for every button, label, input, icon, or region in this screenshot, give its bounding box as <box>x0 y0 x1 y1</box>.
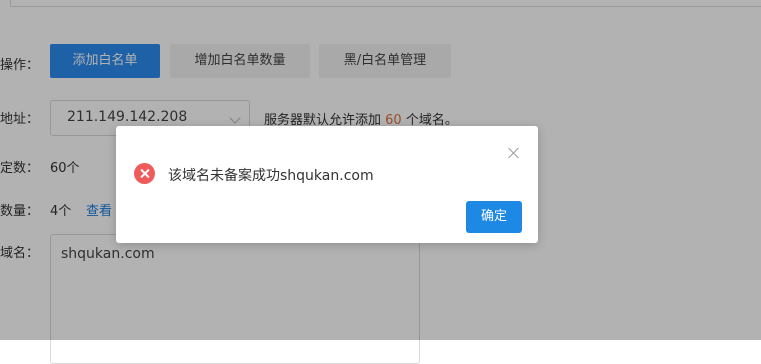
dialog-message: 该域名未备案成功shqukan.com <box>168 168 374 184</box>
close-icon[interactable] <box>507 146 521 160</box>
confirm-button[interactable]: 确定 <box>466 201 522 233</box>
error-icon <box>134 163 155 184</box>
error-dialog: 该域名未备案成功shqukan.com 确定 <box>116 126 538 243</box>
